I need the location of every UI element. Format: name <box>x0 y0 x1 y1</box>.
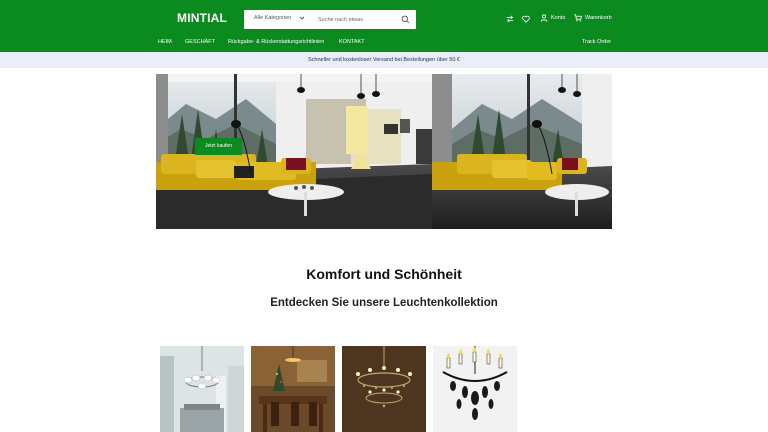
product-thumbnail-1[interactable] <box>160 346 244 432</box>
chevron-down-icon[interactable] <box>298 14 306 22</box>
site-header: MINTIAL Alle Kategorien Konto Warenkorb <box>0 0 768 52</box>
search-input[interactable] <box>318 13 394 26</box>
nav-item-contact[interactable]: KONTAKT <box>339 39 365 45</box>
main-nav: HEIM GESCHÄFT Rückgabe- & Rückerstattung… <box>0 36 768 49</box>
nav-item-shop[interactable]: GESCHÄFT <box>185 39 215 45</box>
compare-icon[interactable] <box>506 15 514 23</box>
search-icon[interactable] <box>401 15 410 24</box>
dining-room-image <box>251 346 335 432</box>
search-bar: Alle Kategorien <box>244 10 416 29</box>
nav-item-returns[interactable]: Rückgabe- & Rückerstattungsrichtlinien <box>228 39 324 45</box>
section-heading: Komfort und Schönheit <box>306 266 462 282</box>
cart-link[interactable]: Warenkorb <box>574 14 612 22</box>
account-label: Konto <box>551 15 566 21</box>
search-category-select[interactable]: Alle Kategorien <box>254 15 291 21</box>
account-link[interactable]: Konto <box>540 14 565 22</box>
user-icon <box>540 14 548 22</box>
promo-banner: Schneller und kostenloser Versand bei Be… <box>0 52 768 68</box>
site-logo[interactable]: MINTIAL <box>177 11 227 25</box>
section-subheading: Entdecken Sie unsere Leuchtenkollektion <box>270 297 498 309</box>
crystal-chandelier-image <box>342 346 426 432</box>
chandelier-image <box>160 346 244 432</box>
product-thumbnail-2[interactable] <box>251 346 335 432</box>
heart-icon[interactable] <box>522 15 530 23</box>
shop-now-button[interactable]: Jetzt kaufen <box>195 138 242 155</box>
hero-room-right <box>432 74 612 229</box>
cart-label: Warenkorb <box>585 15 612 21</box>
cart-icon <box>574 14 582 22</box>
nav-item-home[interactable]: HEIM <box>158 39 172 45</box>
track-order-link[interactable]: Track Order <box>582 39 611 45</box>
product-thumbnail-3[interactable] <box>342 346 426 432</box>
product-thumbnail-4[interactable] <box>433 346 517 432</box>
black-chandelier-image <box>433 346 517 432</box>
